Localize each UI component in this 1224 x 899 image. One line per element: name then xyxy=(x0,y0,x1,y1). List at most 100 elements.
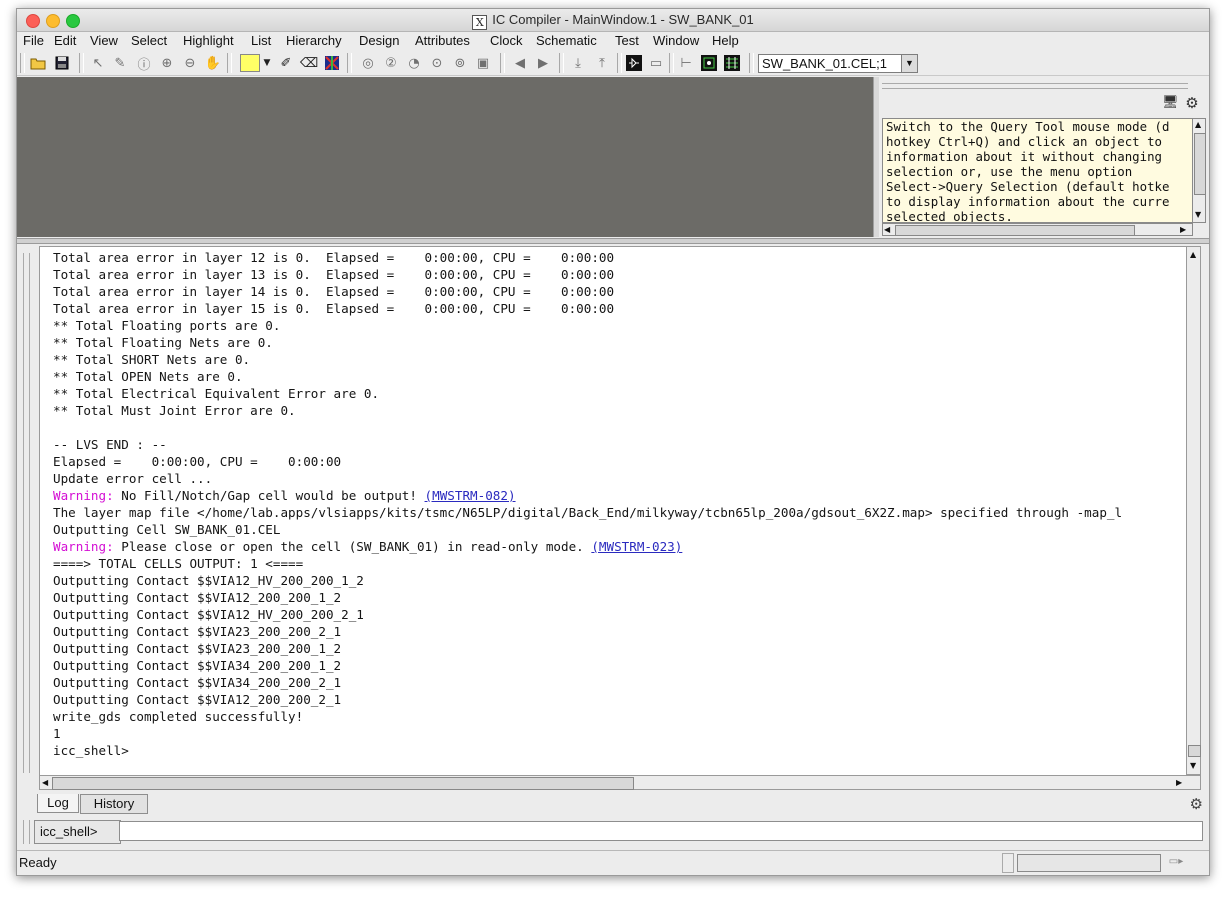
menu-hierarchy[interactable]: Hierarchy xyxy=(286,33,342,48)
panel-grip[interactable] xyxy=(882,83,1188,89)
query-panel: 🖥 ⚙ Switch to the Query Tool mouse mode … xyxy=(879,77,1209,237)
title-bar[interactable]: X IC Compiler - MainWindow.1 - SW_BANK_01 xyxy=(17,9,1209,32)
highlight-pen-icon[interactable]: ✐ xyxy=(277,54,295,72)
zoom-half-icon[interactable]: ◔ xyxy=(405,54,423,72)
zoom-2-icon[interactable]: ② xyxy=(382,54,400,72)
route-icon[interactable] xyxy=(323,54,341,72)
status-bar: Ready ▭▸ xyxy=(17,850,1209,875)
warning-label: Warning: xyxy=(53,539,114,554)
chevron-down-icon[interactable]: ▼ xyxy=(261,54,273,72)
scroll-thumb[interactable] xyxy=(1188,745,1201,757)
window-title: X IC Compiler - MainWindow.1 - SW_BANK_01 xyxy=(17,12,1209,30)
log-text: Total area error in layer 12 is 0. Elaps… xyxy=(53,249,1122,759)
zoom-fit-icon[interactable]: ◎ xyxy=(359,54,377,72)
panel-grip[interactable] xyxy=(23,253,30,773)
shell-prompt-button[interactable]: icc_shell> xyxy=(34,820,121,844)
toolbar-separator xyxy=(79,53,84,73)
save-icon[interactable] xyxy=(53,54,71,72)
ruler-icon[interactable]: ⊢ xyxy=(677,54,695,72)
menu-list[interactable]: List xyxy=(251,33,271,48)
scroll-thumb[interactable] xyxy=(895,225,1135,236)
warning-label: Warning: xyxy=(53,488,114,503)
layout-canvas[interactable] xyxy=(17,77,873,237)
tab-history[interactable]: History xyxy=(80,794,148,814)
menu-file[interactable]: File xyxy=(23,33,44,48)
back-icon[interactable]: ◀ xyxy=(511,54,529,72)
warning-link[interactable]: (MWSTRM-023) xyxy=(591,539,682,554)
horizontal-splitter[interactable] xyxy=(17,238,1209,244)
scroll-down-icon[interactable]: ▼ xyxy=(1190,761,1196,771)
command-input[interactable] xyxy=(119,821,1203,841)
menu-highlight[interactable]: Highlight xyxy=(183,33,234,48)
menu-test[interactable]: Test xyxy=(615,33,639,48)
select-arrow-icon[interactable]: ↖ xyxy=(89,54,107,72)
pan-hand-icon[interactable]: ✋ xyxy=(204,54,222,72)
main-window: X IC Compiler - MainWindow.1 - SW_BANK_01… xyxy=(16,8,1210,876)
log-vertical-scrollbar[interactable]: ▲ ▼ xyxy=(1186,246,1201,775)
status-end-icon: ▭▸ xyxy=(1168,856,1184,867)
toolbar-separator xyxy=(617,53,622,73)
color-swatch xyxy=(240,54,260,72)
panel-grip[interactable] xyxy=(23,820,30,844)
scroll-down-icon[interactable]: ▼ xyxy=(1195,210,1201,220)
menu-schematic[interactable]: Schematic xyxy=(536,33,597,48)
x11-app-icon: X xyxy=(472,15,488,30)
info-icon[interactable]: ⓘ xyxy=(135,54,153,73)
log-horizontal-scrollbar[interactable]: ◀ ▶ xyxy=(39,775,1201,790)
log-tabs: Log History ⚙ xyxy=(17,792,1209,814)
zoom-in-icon[interactable]: ⊕ xyxy=(158,54,176,72)
pencil-icon[interactable]: ✎ xyxy=(111,54,129,72)
forward-icon[interactable]: ▶ xyxy=(534,54,552,72)
pop-up-icon[interactable]: ⤒ xyxy=(593,54,611,72)
main-toolbar: ↖ ✎ ⓘ ⊕ ⊖ ✋ ▼ ✐ ⌫ ◎ ② ◔ ⊙ ⊚ ▣ ◀ ▶ ⤓ ⤒ ▭ xyxy=(17,51,1209,76)
query-vertical-scrollbar[interactable]: ▲ ▼ xyxy=(1192,118,1206,223)
menu-attributes[interactable]: Attributes xyxy=(415,33,470,48)
open-folder-icon[interactable] xyxy=(29,54,47,72)
toolbar-separator xyxy=(669,53,674,73)
zoom-box-icon[interactable]: ⊙ xyxy=(428,54,446,72)
scroll-up-icon[interactable]: ▲ xyxy=(1195,120,1201,130)
scroll-left-icon[interactable]: ◀ xyxy=(42,778,48,788)
query-help-text: Switch to the Query Tool mouse mode (d h… xyxy=(882,118,1193,223)
gear-icon[interactable]: ⚙ xyxy=(1190,795,1203,813)
query-horizontal-scrollbar[interactable]: ◀ ▶ xyxy=(882,223,1193,236)
scroll-right-icon[interactable]: ▶ xyxy=(1180,225,1186,235)
warning-link[interactable]: (MWSTRM-082) xyxy=(425,488,516,503)
chevron-down-icon[interactable]: ▼ xyxy=(901,55,917,72)
tab-log[interactable]: Log xyxy=(37,794,79,813)
scroll-up-icon[interactable]: ▲ xyxy=(1190,250,1196,260)
zoom-full-icon[interactable]: ▣ xyxy=(474,54,492,72)
log-lines-between: The layer map file </home/lab.apps/vlsia… xyxy=(53,505,1123,537)
menu-select[interactable]: Select xyxy=(131,33,167,48)
command-row: icc_shell> xyxy=(17,817,1209,847)
menu-edit[interactable]: Edit xyxy=(54,33,76,48)
menu-view[interactable]: View xyxy=(90,33,118,48)
zoom-out-icon[interactable]: ⊖ xyxy=(181,54,199,72)
net-view-icon[interactable] xyxy=(723,54,741,72)
log-lines-after: ====> TOTAL CELLS OUTPUT: 1 <==== Output… xyxy=(53,556,364,758)
menu-help[interactable]: Help xyxy=(712,33,739,48)
scroll-left-icon[interactable]: ◀ xyxy=(884,225,890,235)
scroll-thumb[interactable] xyxy=(1194,133,1206,195)
clear-highlight-icon[interactable]: ⌫ xyxy=(300,54,318,72)
gear-icon[interactable]: ⚙ xyxy=(1184,95,1200,111)
scroll-right-icon[interactable]: ▶ xyxy=(1176,778,1182,788)
log-output[interactable]: Total area error in layer 12 is 0. Elaps… xyxy=(39,246,1187,777)
status-field xyxy=(1002,853,1014,873)
layer-view-icon[interactable] xyxy=(700,54,718,72)
scroll-thumb[interactable] xyxy=(52,777,634,790)
toolbar-separator xyxy=(227,53,232,73)
schematic-icon[interactable] xyxy=(625,54,643,72)
warning-text: Please close or open the cell (SW_BANK_0… xyxy=(113,539,592,554)
monitor-icon[interactable]: 🖥 xyxy=(1162,95,1179,111)
cell-selector-combo[interactable]: SW_BANK_01.CEL;1 ▼ xyxy=(758,54,918,73)
push-down-icon[interactable]: ⤓ xyxy=(569,54,587,72)
menu-design[interactable]: Design xyxy=(359,33,399,48)
menu-clock[interactable]: Clock xyxy=(490,33,523,48)
color-swatch-icon[interactable] xyxy=(239,54,261,72)
layout-icon[interactable]: ▭ xyxy=(647,54,665,72)
status-text: Ready xyxy=(19,855,57,870)
cell-selector-value: SW_BANK_01.CEL;1 xyxy=(762,56,888,71)
zoom-sel-icon[interactable]: ⊚ xyxy=(451,54,469,72)
menu-window[interactable]: Window xyxy=(653,33,699,48)
